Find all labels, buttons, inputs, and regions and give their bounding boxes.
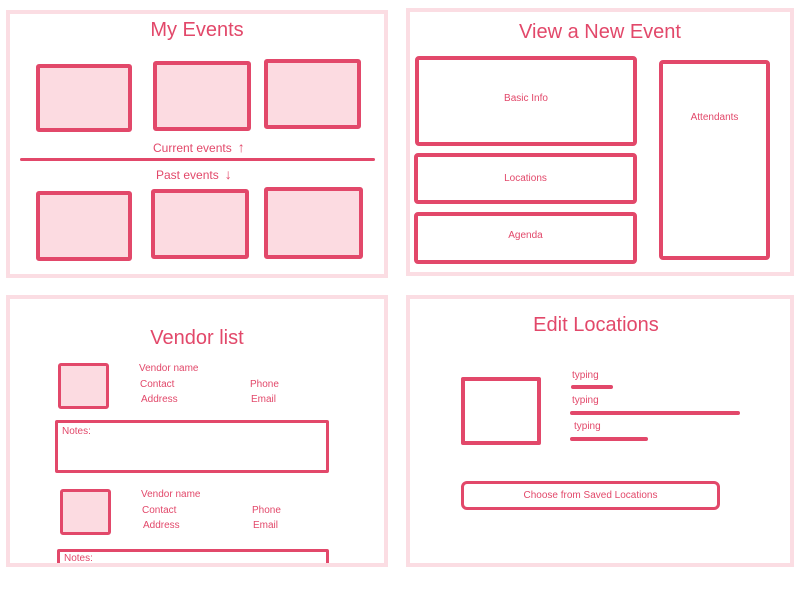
location-field-text: typing (574, 421, 601, 432)
location-field-underline[interactable] (571, 385, 613, 389)
locations-label: Locations (504, 173, 547, 184)
location-image-placeholder[interactable] (461, 377, 541, 445)
locations-section[interactable]: Locations (414, 153, 637, 204)
vendor-phone: Phone (250, 379, 279, 390)
past-event-card[interactable] (36, 191, 132, 261)
vendor-email: Email (253, 520, 279, 531)
past-event-card[interactable] (151, 189, 249, 259)
events-divider (20, 158, 375, 161)
vendor-contact: Contact (140, 379, 175, 390)
vendor-contact: Contact (142, 505, 177, 516)
location-field-text: typing (572, 395, 599, 406)
vendor-avatar (58, 363, 109, 409)
my-events-title: My Events (150, 19, 244, 41)
vendor-notes-field[interactable]: Notes: (55, 420, 329, 473)
vendor-address: Address (143, 520, 180, 531)
vendor-name: Vendor name (141, 489, 201, 500)
vendor-list-panel: Vendor list Vendor name Contact Phone Ad… (6, 295, 388, 567)
past-event-card[interactable] (264, 187, 363, 259)
view-new-event-panel: View a New Event Basic Info Locations Ag… (406, 8, 794, 276)
choose-saved-locations-button[interactable]: Choose from Saved Locations (461, 481, 720, 510)
arrow-up-icon: ↑ (237, 139, 245, 155)
edit-locations-title: Edit Locations (533, 314, 659, 336)
attendants-label: Attendants (690, 112, 739, 123)
location-field-text: typing (572, 370, 599, 381)
location-field-underline[interactable] (570, 411, 740, 415)
vendor-avatar (60, 489, 111, 535)
vendor-email: Email (251, 394, 277, 405)
agenda-section[interactable]: Agenda (414, 212, 637, 264)
current-event-card[interactable] (153, 61, 251, 131)
past-events-label[interactable]: Past events ↓ (156, 166, 232, 182)
vendor-name: Vendor name (139, 363, 199, 374)
past-events-text: Past events (156, 168, 219, 182)
basic-info-label: Basic Info (504, 93, 548, 104)
vendor-list-title: Vendor list (150, 327, 244, 349)
vendor-notes-label: Notes: (64, 553, 93, 564)
current-events-text: Current events (153, 141, 232, 155)
vendor-notes-label: Notes: (62, 426, 91, 437)
choose-saved-locations-label: Choose from Saved Locations (523, 490, 658, 501)
vendor-phone: Phone (252, 505, 281, 516)
vendor-notes-field[interactable]: Notes: (57, 549, 329, 564)
my-events-panel: My Events Current events ↑ Past events ↓ (6, 10, 388, 278)
basic-info-section[interactable]: Basic Info (415, 56, 637, 146)
location-field-underline[interactable] (570, 437, 648, 441)
current-events-label[interactable]: Current events ↑ (153, 139, 245, 155)
view-new-event-title: View a New Event (519, 21, 681, 43)
current-event-card[interactable] (264, 59, 361, 129)
attendants-section[interactable]: Attendants (659, 60, 770, 260)
agenda-label: Agenda (508, 230, 543, 241)
current-event-card[interactable] (36, 64, 132, 132)
edit-locations-panel: Edit Locations typing typing typing Choo… (406, 295, 794, 567)
vendor-address: Address (141, 394, 178, 405)
arrow-down-icon: ↓ (224, 166, 232, 182)
